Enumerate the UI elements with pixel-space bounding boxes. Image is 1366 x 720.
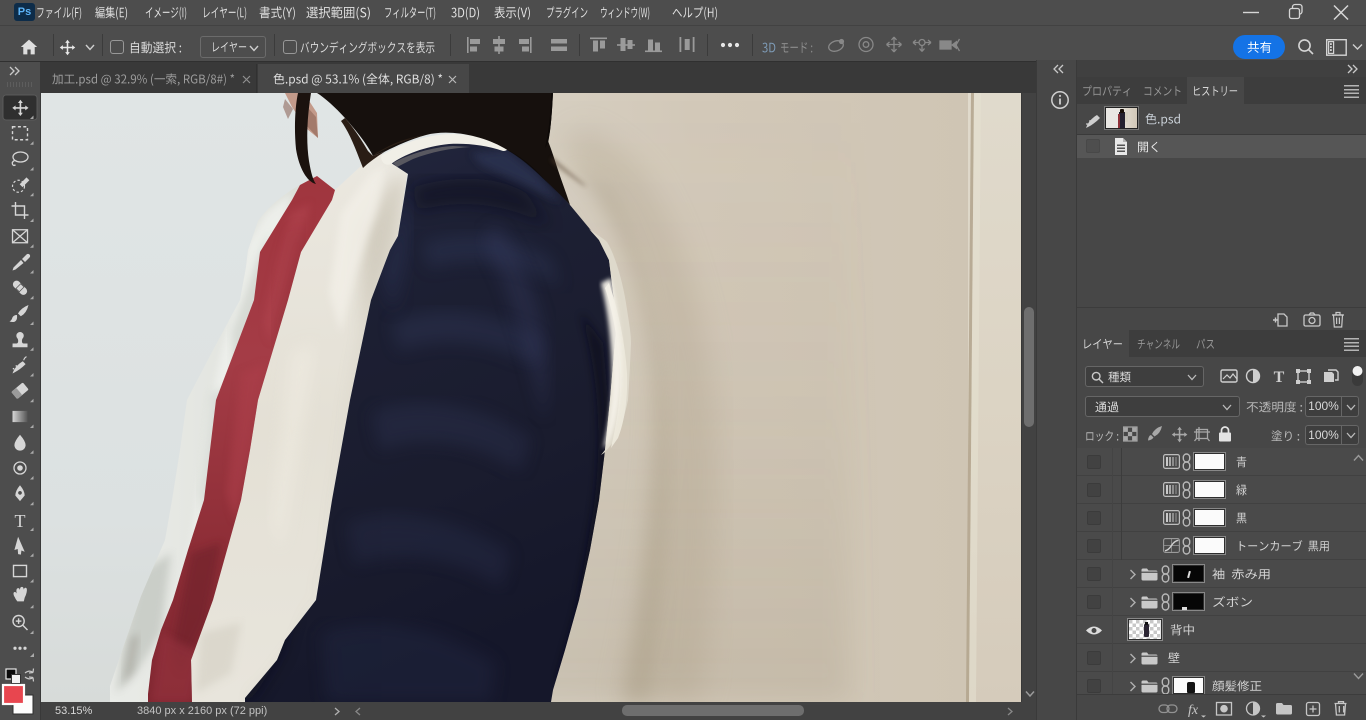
svg-text:T: T <box>1274 369 1285 386</box>
svg-text:T: T <box>15 511 26 531</box>
svg-text:fx: fx <box>1188 703 1199 718</box>
